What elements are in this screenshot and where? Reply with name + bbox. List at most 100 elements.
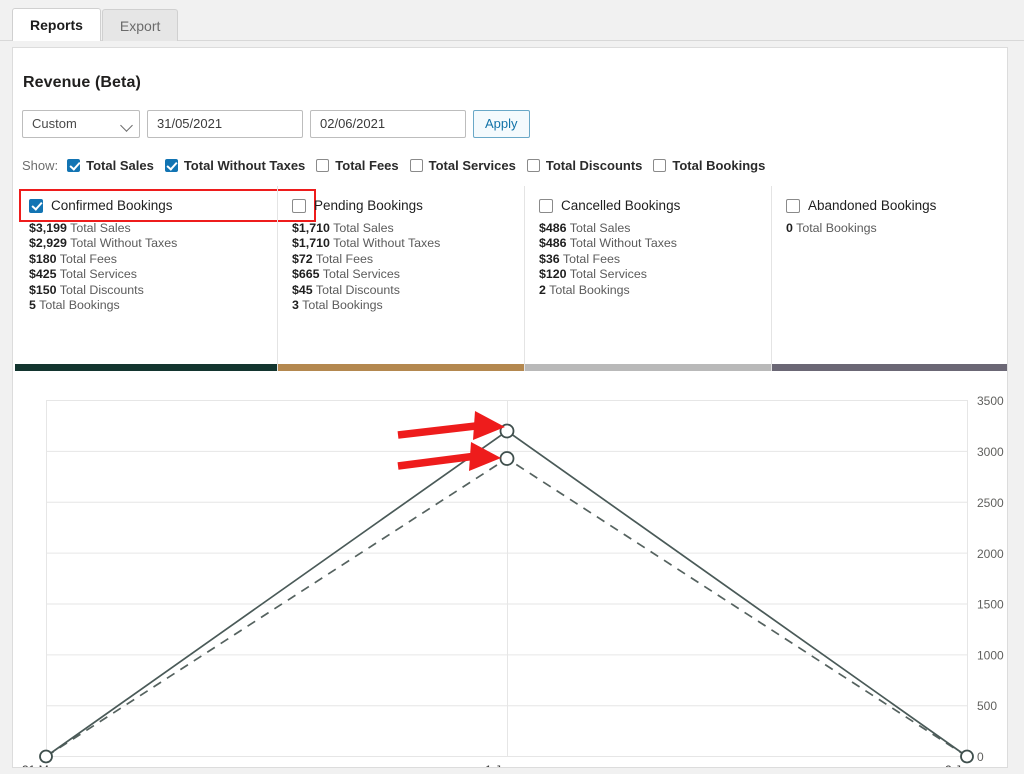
stat-label: Total Bookings [39,298,120,313]
tab-export-label: Export [119,18,161,34]
annotation-arrow-total-sales [397,411,505,440]
stat-value: $3,199 [29,221,67,235]
stat-value: 5 [29,298,36,313]
card-stat-row: $486 Total Sales [539,221,771,236]
stat-label: Total Sales [569,221,631,235]
chart-y-axis-labels: 3500 3000 2500 2000 1500 1000 500 0 [977,394,1004,764]
card-stat-row: 5 Total Bookings [29,298,277,313]
stat-value: $180 [29,251,57,266]
card-stat-row: $2,929 Total Without Taxes [29,236,277,251]
stat-value: $665 [292,267,320,282]
card-stat-row: $665 Total Services [292,267,524,282]
show-label: Show: [22,157,59,173]
card-pending-bookings: Pending Bookings $1,710 Total Sales $1,7… [278,186,525,371]
show-checkbox-label: Total Sales [86,157,154,173]
chart-markers [39,423,974,764]
stat-label: Total Discounts [315,282,400,297]
tab-export[interactable]: Export [101,9,179,41]
checkbox-icon [539,198,553,213]
checkbox-icon [653,158,667,172]
stat-label: Total Sales [70,221,131,235]
stat-value: $120 [539,267,567,282]
stat-label: Total Without Taxes [70,236,178,251]
card-stat-row: $36 Total Fees [539,252,771,267]
card-header[interactable]: Abandoned Bookings [786,198,1007,213]
x-tick-label: 2 Jun [945,763,974,768]
card-stat-row: $1,710 Total Sales [292,221,524,236]
stat-value: 2 [539,282,546,297]
stat-label: Total Services [322,267,400,282]
stat-label: Total Fees [59,251,117,266]
show-checkbox-label: Total Bookings [672,157,766,173]
stat-label: Total Bookings [796,221,877,235]
card-stat-row: 0 Total Bookings [786,221,1007,236]
stat-label: Total Services [59,267,137,282]
stat-label: Total Fees [315,251,374,266]
stat-label: Total Bookings [549,282,630,297]
card-stat-row: $486 Total Without Taxes [539,236,771,251]
show-checkbox-label: Total Fees [335,157,399,173]
checkbox-icon [292,198,306,213]
marker-total-without-taxes-1-jun[interactable] [499,451,515,466]
stat-value: 3 [292,298,299,313]
card-title: Pending Bookings [314,198,423,213]
card-stat-row: $3,199 Total Sales [29,221,277,236]
card-cancelled-bookings: Cancelled Bookings $486 Total Sales $486… [525,186,772,371]
show-checkbox-total-discounts[interactable]: Total Discounts [526,158,642,173]
show-checkbox-total-fees[interactable]: Total Fees [316,157,399,173]
date-from-value: 31/05/2021 [157,116,223,131]
stat-value: $1,710 [292,236,330,251]
show-checkbox-total-sales[interactable]: Total Sales [67,158,154,173]
revenue-chart-svg: 3500 3000 2500 2000 1500 1000 500 0 31 M… [22,394,1004,768]
revenue-chart[interactable]: 3500 3000 2500 2000 1500 1000 500 0 31 M… [15,380,1007,768]
date-from-input[interactable]: 31/05/2021 [147,110,303,138]
card-color-bar [278,364,524,371]
apply-button[interactable]: Apply [473,110,530,138]
show-filter-row: Show: Total Sales Total Without Taxes To… [22,152,776,178]
tab-strip: Reports Export [0,0,1024,41]
x-tick-label: 1 Jun [485,763,514,768]
y-tick-label: 3000 [977,445,1004,459]
annotation-arrows [397,411,505,471]
tab-reports[interactable]: Reports [12,8,101,41]
range-preset-select-wrap: Custom [22,110,140,138]
card-confirmed-bookings: Confirmed Bookings $3,199 Total Sales $2… [15,186,278,371]
reports-panel: Revenue (Beta) Custom 31/05/2021 02/06/2… [12,47,1008,768]
series-total-without-taxes-line [45,457,968,758]
checkbox-icon [526,158,540,172]
checkbox-icon [67,158,81,172]
stat-value: $150 [29,282,57,297]
show-checkbox-total-bookings[interactable]: Total Bookings [653,158,765,173]
card-header[interactable]: Pending Bookings [292,198,524,213]
stat-value: $72 [292,251,313,266]
card-header[interactable]: Confirmed Bookings [29,198,277,213]
series-total-sales-line [45,429,968,758]
stat-label: Total Without Taxes [569,236,678,251]
checkbox-icon [29,198,43,213]
checkbox-icon [316,158,330,172]
card-stat-row: $1,710 Total Without Taxes [292,236,524,251]
range-preset-value: Custom [32,116,77,131]
page-title: Revenue (Beta) [23,74,141,91]
range-preset-select[interactable]: Custom [22,110,140,138]
marker-total-sales-2-jun[interactable] [960,749,974,764]
stat-value: $45 [292,282,313,297]
summary-cards: Confirmed Bookings $3,199 Total Sales $2… [15,186,1007,371]
y-tick-label: 0 [977,750,984,764]
y-tick-label: 1500 [977,598,1004,612]
y-tick-label: 500 [977,699,997,713]
y-tick-label: 1000 [977,649,1004,663]
stat-label: Total Services [569,267,647,282]
card-color-bar [525,364,771,371]
card-stat-row: 3 Total Bookings [292,298,524,313]
card-color-bar [15,364,277,371]
show-checkbox-total-without-taxes[interactable]: Total Without Taxes [164,158,305,173]
card-color-bar [772,364,1007,371]
card-stat-row: $150 Total Discounts [29,283,277,298]
stat-value: $36 [539,251,560,266]
marker-total-sales-31-may[interactable] [39,749,53,764]
date-to-input[interactable]: 02/06/2021 [310,110,466,138]
show-checkbox-total-services[interactable]: Total Services [409,158,516,173]
stat-value: $2,929 [29,236,67,251]
card-header[interactable]: Cancelled Bookings [539,198,771,213]
